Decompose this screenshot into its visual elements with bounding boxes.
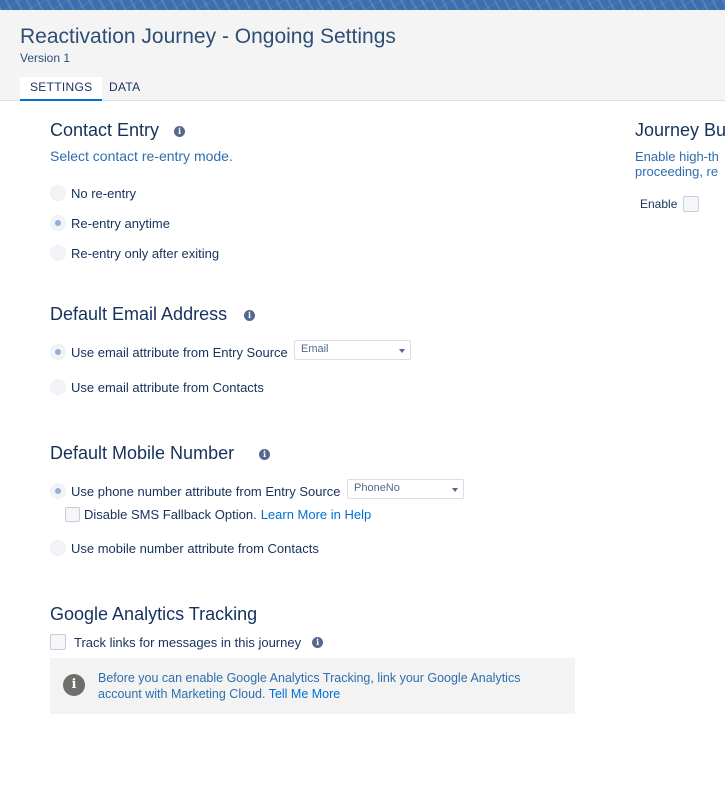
radio-mobile-contacts[interactable]: Use mobile number attribute from Contact… (50, 540, 319, 556)
header-banner (0, 0, 725, 10)
radio-label: Use mobile number attribute from Contact… (71, 540, 319, 556)
radio-button-selected[interactable] (50, 344, 66, 360)
contact-entry-title: Contact Entry (50, 120, 160, 140)
sms-fallback-checkbox[interactable] (65, 507, 80, 522)
info-icon[interactable]: i (312, 636, 324, 648)
radio-email-entry-source[interactable]: Use email attribute from Entry Source (50, 344, 288, 360)
radio-button-selected[interactable] (50, 483, 66, 499)
radio-label: Re-entry only after exiting (71, 245, 220, 261)
tab-settings[interactable]: SETTINGS (20, 77, 103, 101)
version-label: Version 1 (20, 51, 71, 65)
select-value: PhoneNo (354, 482, 400, 494)
track-links-label: Track links for messages in this journey (74, 634, 302, 650)
select-value: Email (301, 343, 329, 355)
radio-button[interactable] (50, 245, 66, 261)
info-icon[interactable]: i (244, 310, 255, 321)
radio-no-reentry[interactable]: No re-entry (50, 185, 136, 201)
sms-fallback-label: Disable SMS Fallback Option. (84, 507, 257, 522)
email-attribute-select[interactable]: Email (294, 340, 411, 360)
info-icon[interactable]: i (259, 449, 270, 460)
chevron-down-icon (452, 488, 458, 492)
sms-fallback-row: Disable SMS Fallback Option. Learn More … (65, 507, 371, 522)
page-header: Reactivation Journey - Ongoing Settings … (0, 10, 725, 101)
radio-label: No re-entry (71, 185, 137, 201)
contact-entry-subtitle: Select contact re-entry mode. (50, 148, 233, 164)
learn-more-link[interactable]: Learn More in Help (261, 507, 372, 522)
journey-builder-desc: Enable high-th proceeding, re (635, 149, 725, 179)
radio-reentry-anytime[interactable]: Re-entry anytime (50, 215, 170, 231)
radio-label: Re-entry anytime (71, 215, 170, 231)
desc-line: Enable high-th (635, 149, 719, 164)
page-title: Reactivation Journey - Ongoing Settings (20, 25, 396, 48)
enable-row: Enable (640, 196, 700, 212)
phone-attribute-select[interactable]: PhoneNo (347, 479, 464, 499)
radio-label: Use email attribute from Contacts (71, 379, 264, 395)
google-analytics-title: Google Analytics Tracking (50, 604, 258, 624)
radio-reentry-after-exit[interactable]: Re-entry only after exiting (50, 245, 219, 261)
radio-phone-entry-source[interactable]: Use phone number attribute from Entry So… (50, 483, 341, 499)
desc-line: proceeding, re (635, 164, 719, 179)
radio-button[interactable] (50, 185, 66, 201)
tab-data[interactable]: DATA (109, 77, 140, 99)
enable-checkbox[interactable] (683, 196, 700, 212)
info-icon[interactable]: i (174, 126, 185, 137)
radio-button-selected[interactable] (50, 215, 66, 231)
radio-label: Use email attribute from Entry Source (71, 344, 288, 360)
info-icon: i (63, 674, 85, 696)
track-links-row: Track links for messages in this journey… (50, 634, 324, 650)
default-mobile-title: Default Mobile Number (50, 443, 235, 463)
enable-label: Enable (640, 197, 678, 211)
tell-me-more-link[interactable]: Tell Me More (269, 687, 341, 701)
chevron-down-icon (399, 349, 405, 353)
radio-email-contacts[interactable]: Use email attribute from Contacts (50, 379, 264, 395)
default-email-title: Default Email Address (50, 304, 228, 324)
ga-notice: i Before you can enable Google Analytics… (50, 658, 575, 714)
track-links-checkbox[interactable] (50, 634, 66, 650)
journey-builder-title: Journey Bu (635, 120, 725, 140)
radio-button[interactable] (50, 379, 66, 395)
radio-label: Use phone number attribute from Entry So… (71, 483, 341, 499)
notice-text: Before you can enable Google Analytics T… (98, 670, 558, 702)
radio-button[interactable] (50, 540, 66, 556)
